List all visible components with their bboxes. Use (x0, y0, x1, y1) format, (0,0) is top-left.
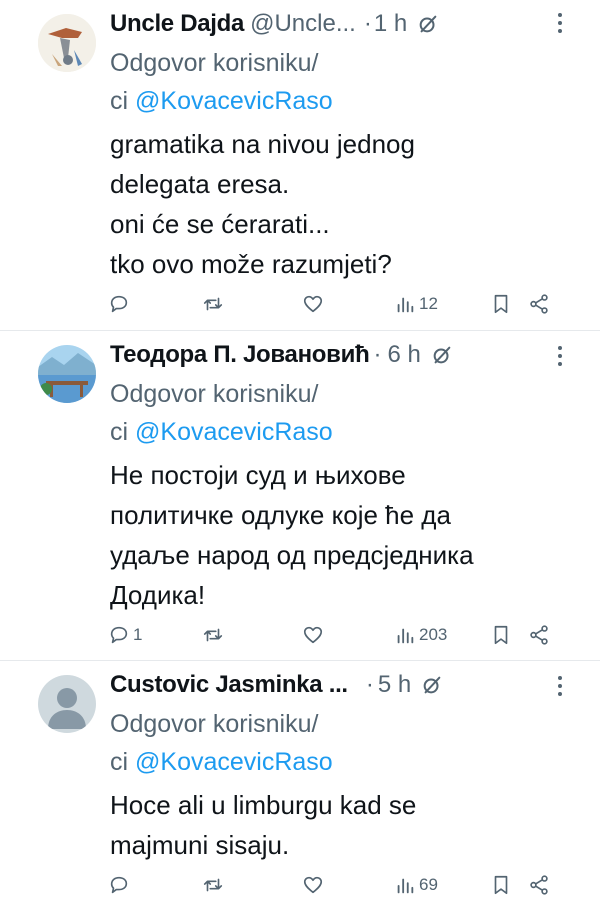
view-count: 12 (419, 294, 438, 313)
grok-icon[interactable] (421, 674, 443, 696)
views-button[interactable]: 69 (394, 870, 438, 900)
tweet-text-line: gramatika na nivou jednog (110, 129, 415, 159)
more-icon[interactable] (548, 341, 572, 371)
avatar[interactable] (38, 345, 96, 403)
tweet-header: Теодора П. Јовановић · 6 h (110, 335, 580, 375)
reply-prefix-2: ci (110, 418, 129, 446)
author-name[interactable]: Uncle Dajda (110, 10, 244, 38)
timestamp[interactable]: 6 h (387, 341, 420, 369)
reply-prefix-2: ci (110, 87, 129, 115)
more-icon[interactable] (548, 671, 572, 701)
retweet-button[interactable] (202, 289, 227, 319)
tweet-text-line: delegata eresa. (110, 169, 290, 199)
tweet-text-line: majmuni sisaju. (110, 830, 290, 860)
like-button[interactable] (302, 870, 327, 900)
bookmark-icon (494, 294, 508, 314)
views-icon (397, 878, 414, 894)
timestamp[interactable]: 5 h (378, 671, 411, 699)
tweet-header: Custovic Jasminka ... · 5 h (110, 665, 580, 705)
bookmark-button[interactable] (490, 870, 512, 900)
reply-prefix: Odgovor korisniku/ (110, 49, 319, 77)
reply-context: Odgovor korisniku/ ci @KovacevicRaso (110, 44, 580, 120)
tweet-text-line: удаље народ од предсједника (110, 540, 474, 570)
retweet-icon (203, 878, 223, 892)
grok-icon[interactable] (431, 344, 453, 366)
tweet-header: Uncle Dajda @Uncle... · 1 h (110, 4, 580, 44)
tweet-text-line: политичке одлуке које ће да (110, 500, 451, 530)
tweet[interactable]: Теодора П. Јовановић · 6 h Odgovor koris… (0, 331, 600, 661)
reply-icon (110, 876, 128, 894)
tweet-text: Hoce ali u limburgu kad se majmuni sisaj… (110, 785, 580, 865)
reply-count: 1 (133, 625, 143, 644)
reply-button[interactable] (108, 289, 133, 319)
bookmark-button[interactable] (490, 289, 512, 319)
share-button[interactable] (528, 289, 550, 319)
retweet-button[interactable] (202, 620, 227, 650)
bookmark-icon (494, 625, 508, 645)
separator-dot: · (373, 341, 382, 368)
more-icon[interactable] (548, 8, 572, 38)
author-name[interactable]: Custovic Jasminka ... (110, 671, 348, 699)
reply-prefix: Odgovor korisniku/ (110, 380, 319, 408)
like-button[interactable] (302, 620, 327, 650)
tweet-text-line: Додика! (110, 580, 206, 610)
author-handle[interactable]: @Uncle... (250, 10, 356, 38)
tweet[interactable]: Uncle Dajda @Uncle... · 1 h Odgovor kori… (0, 0, 600, 331)
heart-icon (303, 295, 323, 313)
tweet[interactable]: Custovic Jasminka ... · 5 h Odgovor kori… (0, 661, 600, 900)
avatar[interactable] (38, 675, 96, 733)
views-button[interactable]: 12 (394, 289, 438, 319)
bookmark-icon (494, 875, 508, 895)
tweet-text-line: Hoce ali u limburgu kad se (110, 790, 417, 820)
share-button[interactable] (528, 620, 550, 650)
mention-link[interactable]: @KovacevicRaso (135, 418, 333, 446)
author-name[interactable]: Теодора П. Јовановић (110, 341, 370, 369)
reply-prefix-2: ci (110, 748, 129, 776)
separator-dot: · (365, 671, 374, 698)
like-button[interactable] (302, 289, 327, 319)
retweet-icon (203, 628, 223, 642)
reply-button[interactable] (108, 870, 133, 900)
tweet-text-line: tko ovo može razumjeti? (110, 249, 392, 279)
view-count: 203 (419, 625, 448, 644)
reply-prefix: Odgovor korisniku/ (110, 710, 319, 738)
views-button[interactable]: 203 (394, 620, 447, 650)
reply-icon (110, 626, 128, 644)
tweet-text-line: Не постоји суд и њихове (110, 460, 406, 490)
mention-link[interactable]: @KovacevicRaso (135, 87, 333, 115)
bookmark-button[interactable] (490, 620, 512, 650)
tweet-text: gramatika na nivou jednog delegata eresa… (110, 124, 580, 284)
reply-context: Odgovor korisniku/ ci @KovacevicRaso (110, 705, 580, 781)
action-bar: 69 (0, 870, 600, 900)
tweet-text-line: oni će se ćerarati... (110, 209, 330, 239)
tweet-text: Не постоји суд и њихове политичке одлуке… (110, 455, 580, 615)
views-icon (397, 297, 414, 313)
reply-context: Odgovor korisniku/ ci @KovacevicRaso (110, 375, 580, 451)
reply-button[interactable]: 1 (108, 620, 142, 650)
action-bar: 1 203 (0, 620, 600, 650)
share-icon (530, 294, 548, 314)
timestamp[interactable]: 1 h (374, 10, 407, 38)
avatar[interactable] (38, 14, 96, 72)
retweet-button[interactable] (202, 870, 227, 900)
views-icon (397, 628, 414, 644)
reply-icon (110, 295, 128, 313)
separator-dot: · (363, 10, 372, 37)
grok-icon[interactable] (417, 13, 439, 35)
share-button[interactable] (528, 870, 550, 900)
retweet-icon (203, 297, 223, 311)
view-count: 69 (419, 875, 438, 894)
heart-icon (303, 876, 323, 894)
mention-link[interactable]: @KovacevicRaso (135, 748, 333, 776)
heart-icon (303, 626, 323, 644)
share-icon (530, 625, 548, 645)
action-bar: 12 (0, 289, 600, 319)
share-icon (530, 875, 548, 895)
